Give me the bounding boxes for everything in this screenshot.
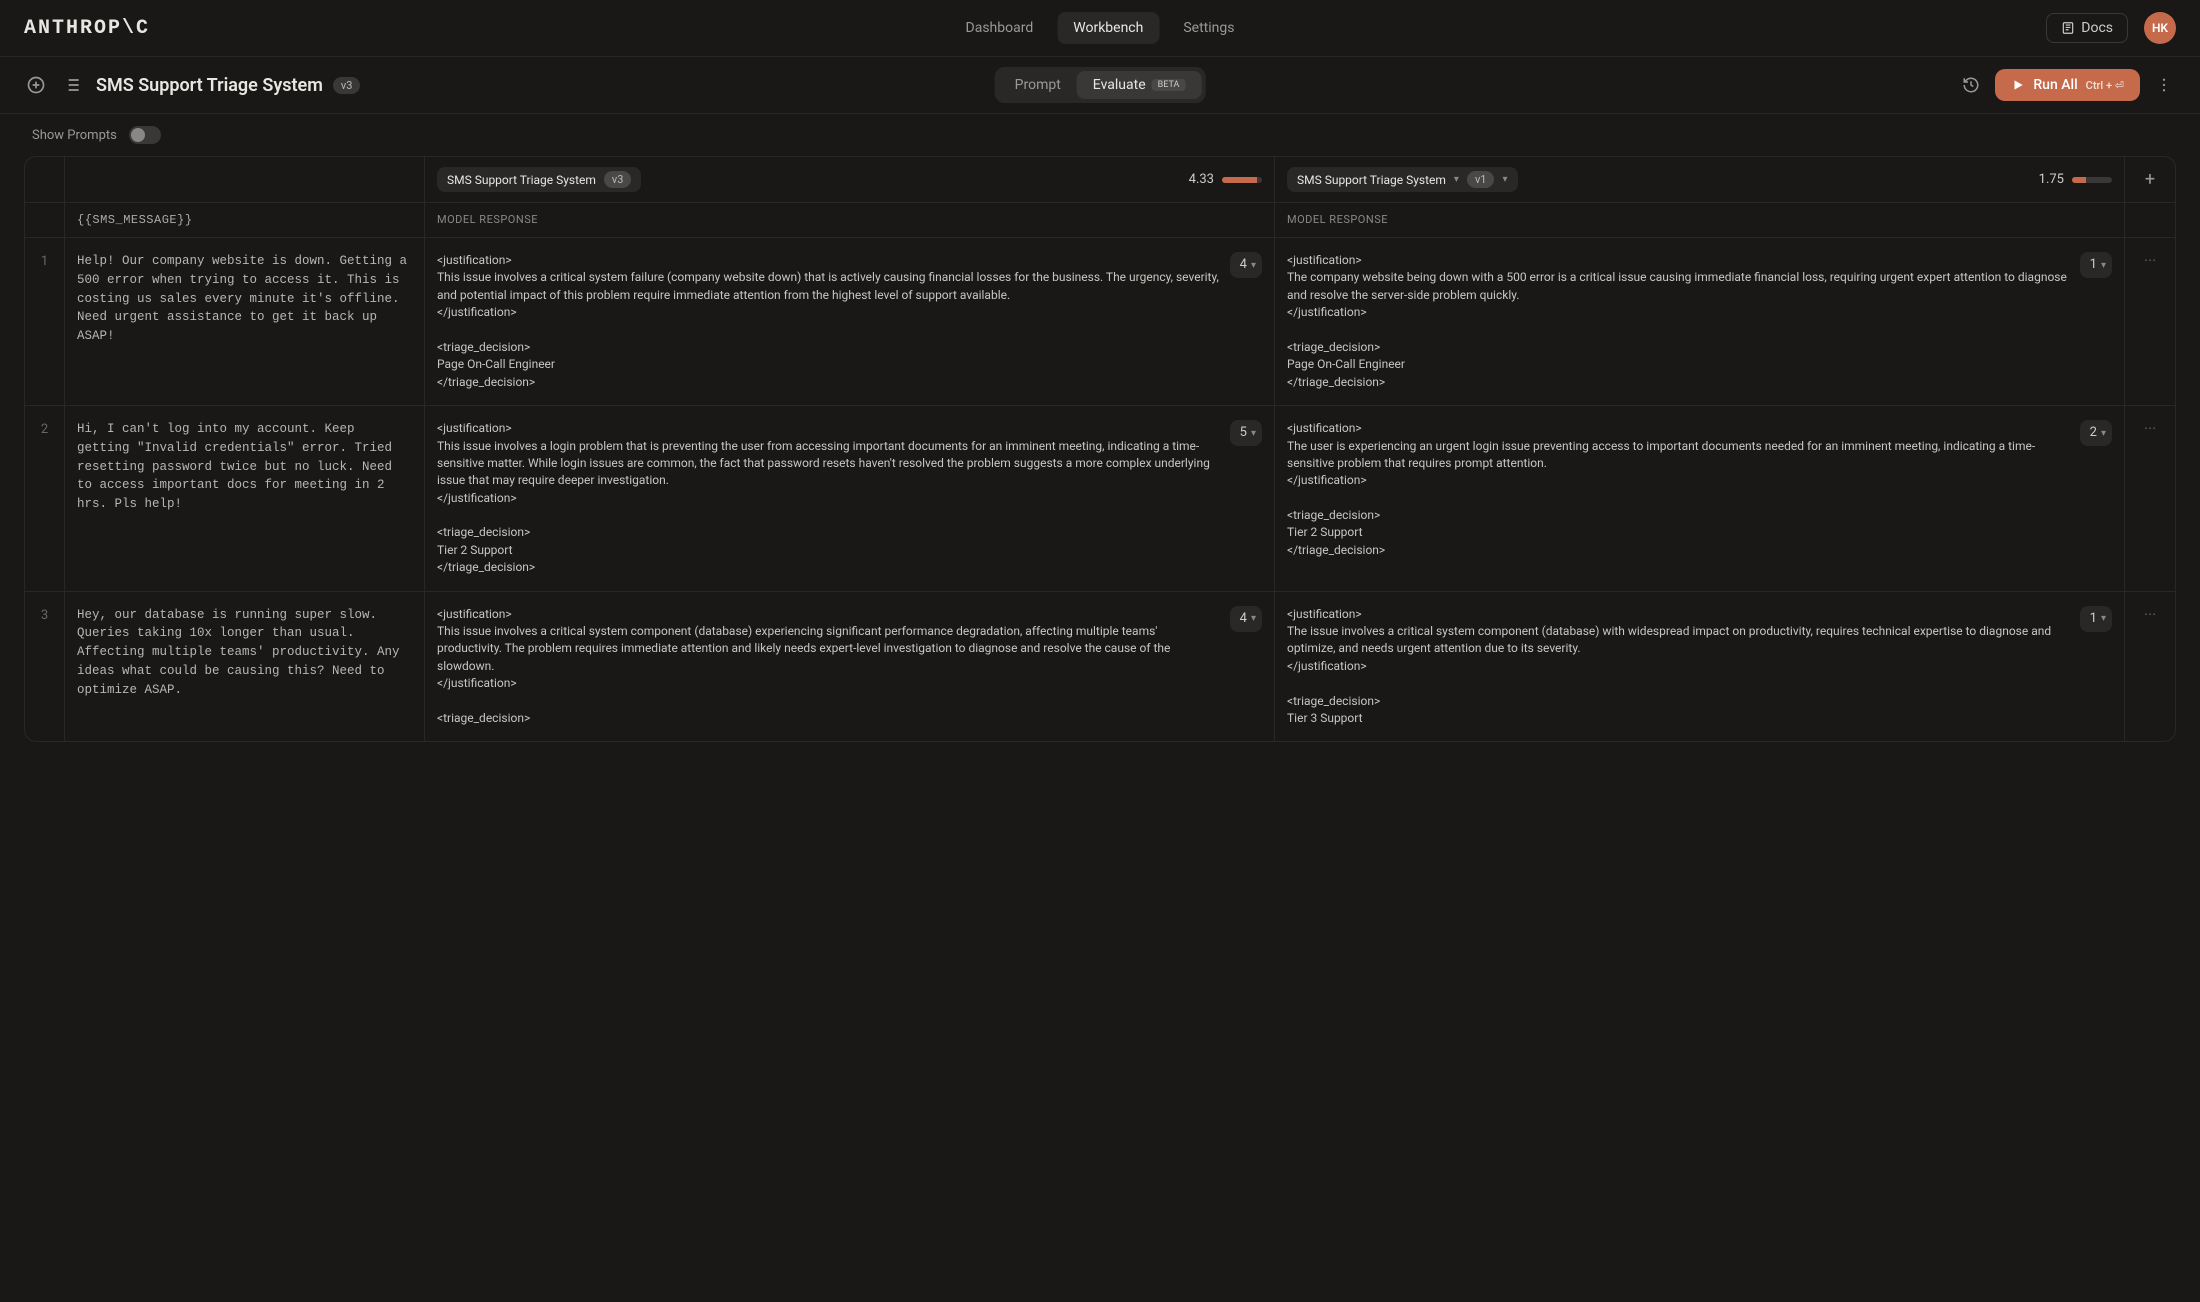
avatar[interactable]: HK <box>2144 12 2176 44</box>
add-icon[interactable] <box>24 73 48 97</box>
column-2-system[interactable]: SMS Support Triage System ▾ v1 ▾ <box>1287 167 1518 192</box>
rating-value: 5 <box>1240 423 1247 443</box>
rating-value: 4 <box>1240 609 1247 629</box>
response-text: <justification> This issue involves a cr… <box>437 252 1220 391</box>
add-column-button[interactable]: + <box>2145 169 2155 190</box>
rating-value: 1 <box>2090 255 2097 275</box>
model-response-header-1: MODEL RESPONSE <box>425 203 1275 237</box>
column-1-system[interactable]: SMS Support Triage System v3 <box>437 167 641 192</box>
mode-prompt[interactable]: Prompt <box>999 71 1077 99</box>
variable-name: {{SMS_MESSAGE}} <box>65 203 425 237</box>
page-title: SMS Support Triage System <box>96 75 323 96</box>
beta-badge: BETA <box>1152 79 1186 91</box>
chevron-down-icon: ▾ <box>2101 426 2106 441</box>
rating-value: 1 <box>2090 609 2097 629</box>
rating-value: 2 <box>2090 423 2097 443</box>
chevron-down-icon: ▾ <box>2101 258 2106 273</box>
row-number: 2 <box>25 406 65 591</box>
model-response-header-2: MODEL RESPONSE <box>1275 203 2125 237</box>
response-text: <justification> The issue involves a cri… <box>1287 606 2070 728</box>
response-text: <justification> The user is experiencing… <box>1287 420 2070 577</box>
row-menu[interactable]: ⋯ <box>2125 592 2175 742</box>
table-row: 1 Help! Our company website is down. Get… <box>25 238 2175 406</box>
chevron-down-icon: ▾ <box>1502 174 1507 185</box>
column-1-name: SMS Support Triage System <box>447 173 596 187</box>
column-2-version: v1 <box>1467 171 1495 188</box>
run-label: Run All <box>2033 77 2077 93</box>
chevron-down-icon: ▾ <box>1251 258 1256 273</box>
history-icon[interactable] <box>1959 73 1983 97</box>
show-prompts-toggle[interactable] <box>129 126 161 144</box>
docs-label: Docs <box>2081 20 2113 36</box>
rating-selector[interactable]: 4 ▾ <box>1230 606 1262 632</box>
row-menu[interactable]: ⋯ <box>2125 406 2175 591</box>
run-shortcut: Ctrl + ⏎ <box>2086 79 2124 92</box>
rating-value: 4 <box>1240 255 1247 275</box>
column-2-scorebar <box>2072 177 2112 183</box>
rating-selector[interactable]: 2 ▾ <box>2080 420 2112 446</box>
docs-button[interactable]: Docs <box>2046 13 2128 43</box>
show-prompts-label: Show Prompts <box>32 128 117 143</box>
more-icon[interactable] <box>2152 73 2176 97</box>
column-1-scorebar <box>1222 177 1262 183</box>
version-badge: v3 <box>333 77 361 94</box>
rating-selector[interactable]: 1 ▾ <box>2080 252 2112 278</box>
docs-icon <box>2061 21 2075 35</box>
row-menu[interactable]: ⋯ <box>2125 238 2175 405</box>
input-cell[interactable]: Help! Our company website is down. Getti… <box>65 238 425 405</box>
column-1-score: 4.33 <box>1189 172 1214 187</box>
response-text: <justification> This issue involves a lo… <box>437 420 1220 577</box>
response-text: <justification> This issue involves a cr… <box>437 606 1220 728</box>
chevron-down-icon: ▾ <box>1251 426 1256 441</box>
mode-evaluate-label: Evaluate <box>1093 77 1146 93</box>
chevron-down-icon: ▾ <box>1251 611 1256 626</box>
logo: ANTHROP\C <box>24 17 150 40</box>
chevron-down-icon: ▾ <box>2101 611 2106 626</box>
row-number: 3 <box>25 592 65 742</box>
list-icon[interactable] <box>60 73 84 97</box>
table-row: 2 Hi, I can't log into my account. Keep … <box>25 406 2175 592</box>
chevron-down-icon: ▾ <box>1454 174 1459 185</box>
column-2-header: SMS Support Triage System ▾ v1 ▾ 1.75 <box>1275 157 2125 202</box>
nav-workbench[interactable]: Workbench <box>1057 12 1159 44</box>
response-text: <justification> The company website bein… <box>1287 252 2070 391</box>
nav-dashboard[interactable]: Dashboard <box>950 12 1050 44</box>
row-number: 1 <box>25 238 65 405</box>
column-2-name: SMS Support Triage System <box>1297 173 1446 187</box>
mode-evaluate[interactable]: Evaluate BETA <box>1077 71 1202 99</box>
play-icon <box>2011 78 2025 92</box>
nav-settings[interactable]: Settings <box>1167 12 1250 44</box>
rating-selector[interactable]: 1 ▾ <box>2080 606 2112 632</box>
input-cell[interactable]: Hey, our database is running super slow.… <box>65 592 425 742</box>
eval-table: SMS Support Triage System v3 4.33 SMS Su… <box>24 156 2176 742</box>
column-1-version: v3 <box>604 171 632 188</box>
column-2-score: 1.75 <box>2039 172 2064 187</box>
rating-selector[interactable]: 4 ▾ <box>1230 252 1262 278</box>
rating-selector[interactable]: 5 ▾ <box>1230 420 1262 446</box>
run-all-button[interactable]: Run All Ctrl + ⏎ <box>1995 69 2140 101</box>
input-cell[interactable]: Hi, I can't log into my account. Keep ge… <box>65 406 425 591</box>
column-1-header: SMS Support Triage System v3 4.33 <box>425 157 1275 202</box>
table-row: 3 Hey, our database is running super slo… <box>25 592 2175 742</box>
